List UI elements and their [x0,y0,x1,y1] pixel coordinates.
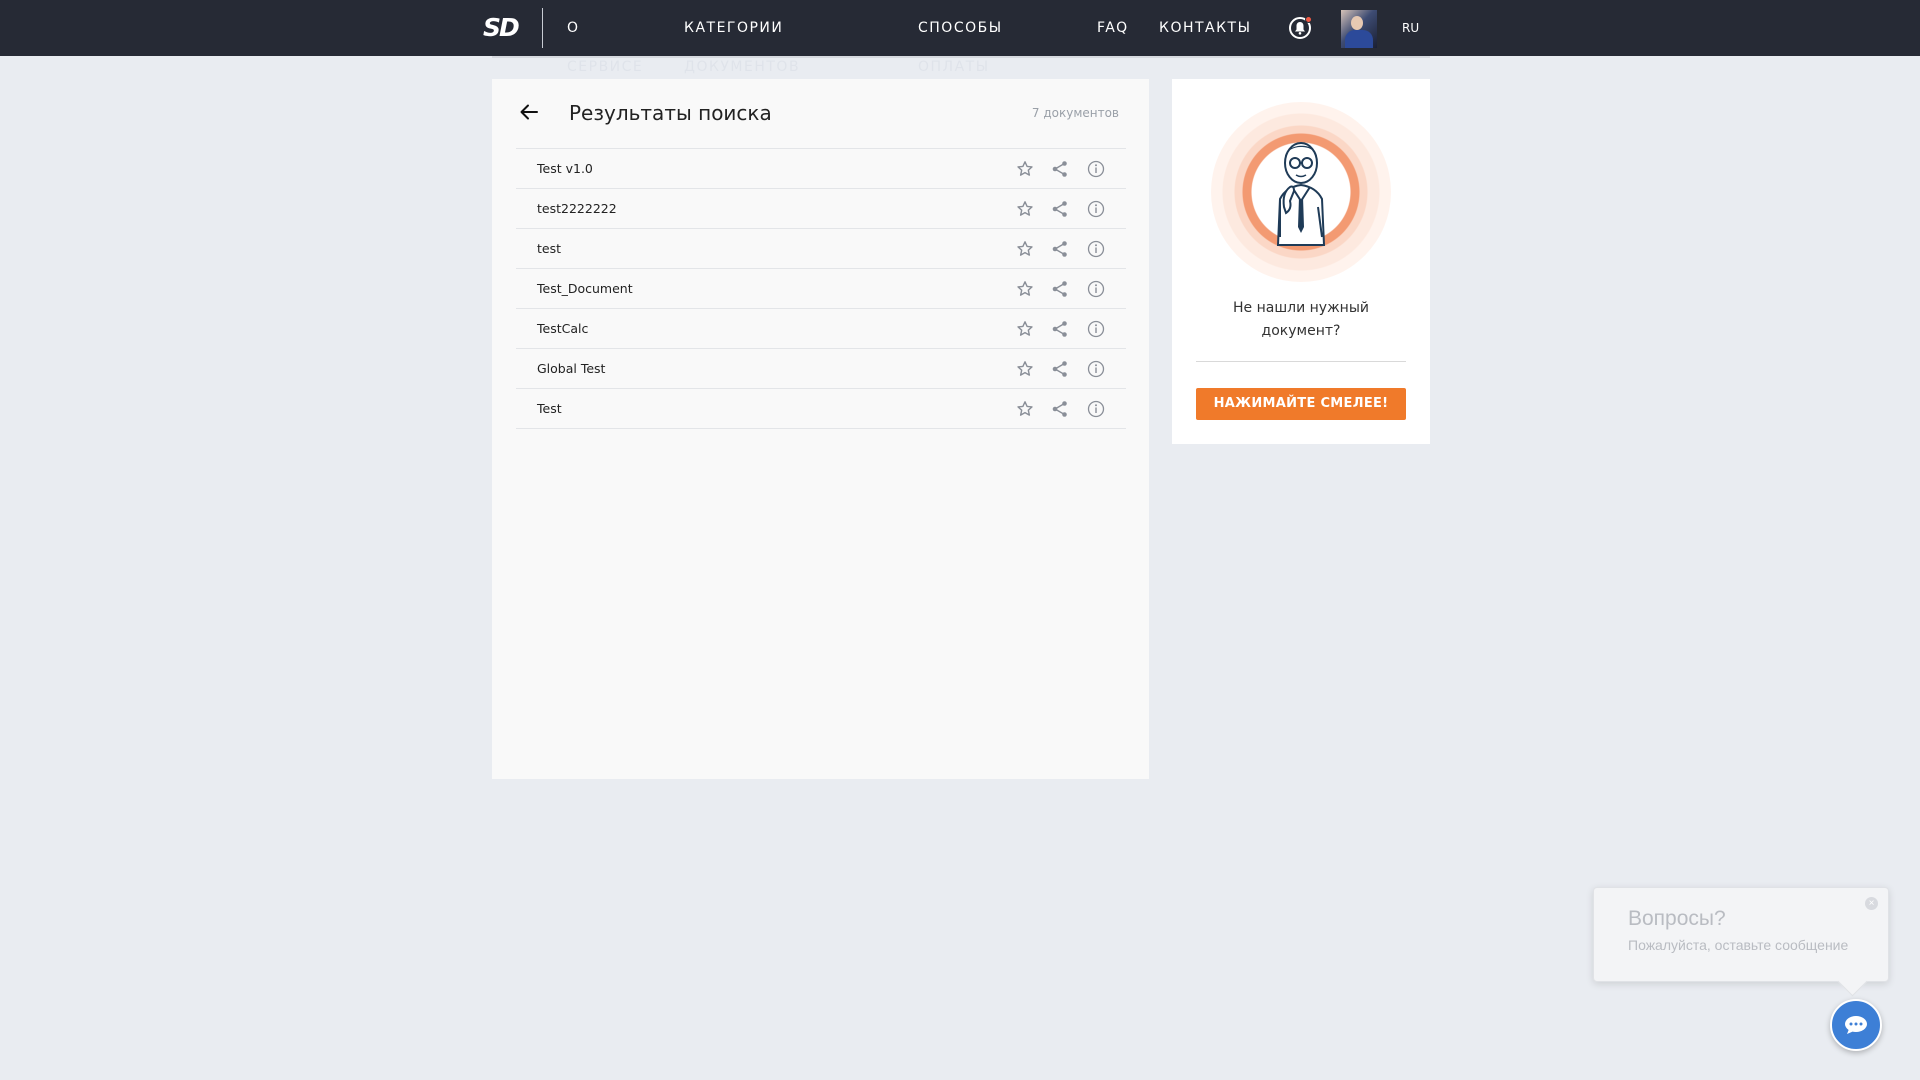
nav-payment-label: СПОСОБЫ [918,20,1003,36]
thinking-man-illustration [1276,142,1326,246]
share-icon[interactable] [1051,200,1069,218]
info-icon[interactable] [1087,320,1105,338]
nav-about-label: О [567,20,580,36]
notification-dot [1305,16,1312,23]
chat-subtitle: Пожалуйста, оставьте сообщение [1628,937,1849,953]
nav-faq[interactable]: FAQ [1097,20,1129,37]
nav-faq-label: FAQ [1097,20,1129,36]
info-icon[interactable] [1087,160,1105,178]
request-document-button[interactable]: НАЖИМАЙТЕ СМЕЛЕЕ! [1196,388,1406,420]
document-name[interactable]: Global Test [537,361,605,376]
share-icon[interactable] [1051,320,1069,338]
document-name[interactable]: Test v1.0 [537,161,593,176]
list-item[interactable]: TestCalc [516,309,1126,349]
language-switcher[interactable]: RU [1402,21,1419,35]
info-icon[interactable] [1087,360,1105,378]
info-icon[interactable] [1087,240,1105,258]
list-item[interactable]: test [516,229,1126,269]
document-list: Test v1.0 test2222222 test Test_Document… [516,148,1126,429]
document-name[interactable]: test [537,241,561,256]
star-icon[interactable] [1016,320,1034,338]
header-shadow [492,56,1430,58]
nav-about[interactable]: О СЕРВИСЕ [567,20,643,76]
share-icon[interactable] [1051,240,1069,258]
nav-categories[interactable]: КАТЕГОРИИ ДОКУМЕНТОВ [684,20,800,76]
document-name[interactable]: TestCalc [537,321,588,336]
nav-contacts[interactable]: КОНТАКТЫ [1159,20,1251,37]
page-title: Результаты поиска [569,101,772,125]
nav-payment-label-2: ОПЛАТЫ [918,59,990,75]
notifications-bell-icon[interactable] [1289,16,1312,39]
top-navbar: SD О СЕРВИСЕ КАТЕГОРИИ ДОКУМЕНТОВ СПОСОБ… [0,0,1920,75]
share-icon[interactable] [1051,400,1069,418]
nav-categories-label-2: ДОКУМЕНТОВ [684,59,801,75]
close-icon[interactable]: × [1865,897,1878,910]
document-name[interactable]: test2222222 [537,201,617,216]
request-document-card: Не нашли нужный документ? НАЖИМАЙТЕ СМЕЛ… [1172,79,1430,444]
logo-divider [542,8,543,48]
star-icon[interactable] [1016,280,1034,298]
star-icon[interactable] [1016,160,1034,178]
star-icon[interactable] [1016,240,1034,258]
star-icon[interactable] [1016,360,1034,378]
star-icon[interactable] [1016,200,1034,218]
info-icon[interactable] [1087,400,1105,418]
list-item[interactable]: Test v1.0 [516,149,1126,189]
nav-contacts-label: КОНТАКТЫ [1159,20,1252,36]
list-item[interactable]: test2222222 [516,189,1126,229]
nav-categories-label: КАТЕГОРИИ [684,20,784,36]
chat-title: Вопросы? [1628,907,1726,930]
list-item[interactable]: Global Test [516,349,1126,389]
user-avatar[interactable] [1341,10,1377,48]
back-arrow-icon[interactable] [518,101,540,123]
share-icon[interactable] [1051,360,1069,378]
side-prompt-line2: документ? [1261,323,1341,339]
divider [1196,361,1406,362]
site-logo[interactable]: SD [483,14,520,42]
chat-button[interactable] [1830,999,1882,1051]
document-name[interactable]: Test_Document [537,281,633,296]
search-results-panel: Результаты поиска 7 документов Test v1.0… [492,79,1149,779]
share-icon[interactable] [1051,280,1069,298]
star-icon[interactable] [1016,400,1034,418]
side-prompt-line1: Не нашли нужный [1233,300,1369,316]
share-icon[interactable] [1051,160,1069,178]
nav-about-label-2: СЕРВИСЕ [567,59,644,75]
illustration-circle [1211,102,1391,282]
results-count: 7 документов [1031,106,1119,120]
list-item[interactable]: Test [516,389,1126,429]
document-name[interactable]: Test [537,401,562,416]
nav-payment[interactable]: СПОСОБЫ ОПЛАТЫ [918,20,1003,76]
list-item[interactable]: Test_Document [516,269,1126,309]
info-icon[interactable] [1087,280,1105,298]
chat-prompt-bubble[interactable]: Вопросы? Пожалуйста, оставьте сообщение … [1593,887,1889,982]
chat-icon [1845,1016,1867,1034]
side-prompt: Не нашли нужный документ? [1172,297,1430,343]
info-icon[interactable] [1087,200,1105,218]
